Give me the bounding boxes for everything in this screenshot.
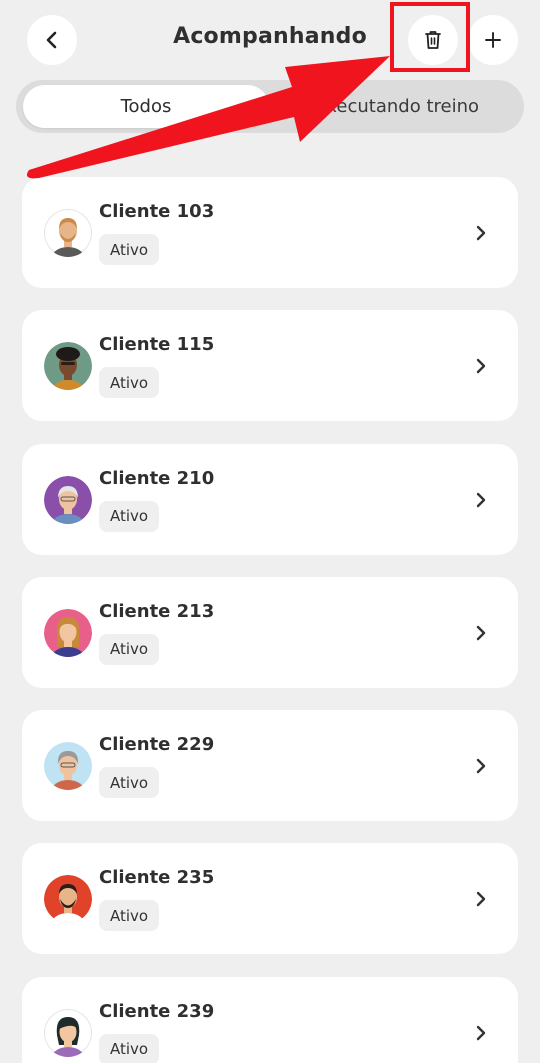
add-button[interactable] [468,15,518,65]
client-name: Cliente 103 [99,201,215,222]
status-badge: Ativo [99,1033,160,1063]
status-badge: Ativo [99,767,160,799]
filter-tabs: Todos Executando treino [16,80,524,133]
avatar [44,608,92,657]
page-title: Acompanhando [173,24,367,49]
chevron-right-icon [476,359,486,374]
client-name: Cliente 115 [99,334,215,356]
back-button[interactable] [27,15,77,65]
avatar [44,875,92,924]
chevron-right-icon [476,492,486,507]
client-card[interactable]: Cliente 213 Ativo [22,576,518,688]
status-badge: Ativo [99,367,160,399]
chevron-right-icon [476,758,486,774]
plus-icon [485,32,501,48]
client-name: Cliente 229 [99,734,215,756]
avatar [44,742,92,791]
chevron-right-icon [476,892,486,907]
status-badge: Ativo [99,633,160,665]
chevron-right-icon [476,625,486,641]
client-name: Cliente 235 [99,867,215,889]
avatar [44,209,92,257]
status-badge: Ativo [99,234,160,265]
status-badge: Ativo [99,900,160,932]
avatar [44,342,92,391]
client-name: Cliente 213 [99,600,215,622]
chevron-right-icon [476,1025,486,1040]
chevron-left-icon [46,31,57,49]
avatar [44,1008,92,1057]
client-card[interactable]: Cliente 210 Ativo [22,443,518,555]
chevron-right-icon [476,225,486,241]
status-badge: Ativo [99,500,160,532]
client-card[interactable]: Cliente 239 Ativo [22,976,518,1063]
client-card[interactable]: Cliente 229 Ativo [22,710,518,822]
client-name: Cliente 210 [99,467,215,489]
tab-executando-treino[interactable]: Executando treino [274,85,520,128]
header: Acompanhando [0,0,540,80]
app-screen: Acompanhando Todos Executando treino Cli… [0,0,540,1063]
avatar [44,475,92,524]
client-card[interactable]: Cliente 103 Ativo [22,177,518,288]
highlight-box [390,2,470,72]
client-list: Cliente 103 Ativo Cliente 115 Ativo Clie… [22,177,518,1063]
tab-todos[interactable]: Todos [23,85,269,128]
client-card[interactable]: Cliente 115 Ativo [22,310,518,422]
client-card[interactable]: Cliente 235 Ativo [22,843,518,955]
client-name: Cliente 239 [99,1000,215,1022]
